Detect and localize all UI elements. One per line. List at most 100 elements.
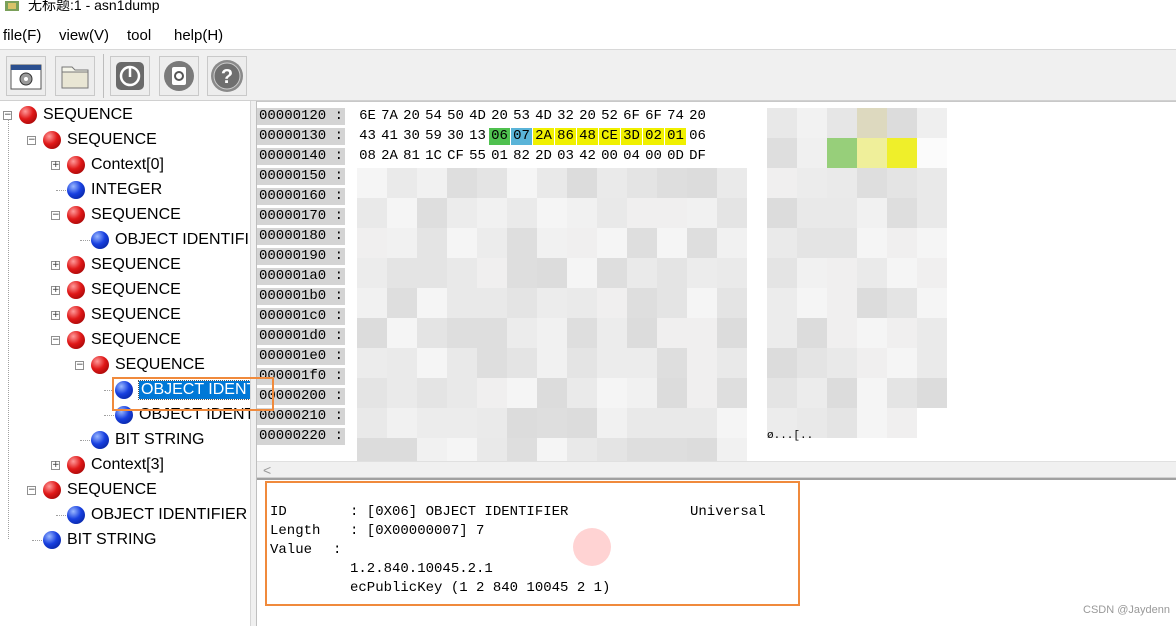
hex-byte[interactable]: 00 bbox=[599, 148, 620, 165]
expand-icon[interactable]: + bbox=[51, 261, 60, 270]
collapse-icon[interactable]: − bbox=[27, 136, 36, 145]
hex-byte[interactable]: 20 bbox=[687, 108, 708, 125]
hex-byte[interactable]: 20 bbox=[489, 108, 510, 125]
scroll-left-icon[interactable]: < bbox=[263, 462, 271, 478]
power-button[interactable] bbox=[110, 56, 150, 96]
menu-tool[interactable]: tool bbox=[127, 27, 151, 44]
tree-node[interactable]: BIT STRING bbox=[0, 430, 250, 452]
hex-byte[interactable]: 2D bbox=[533, 148, 554, 165]
hex-byte[interactable]: 43 bbox=[357, 128, 378, 145]
tree-node[interactable]: OBJECT IDENTIFIE bbox=[0, 230, 250, 252]
hex-byte[interactable]: 52 bbox=[599, 108, 620, 125]
hex-byte[interactable]: CE bbox=[599, 128, 620, 145]
splitter[interactable] bbox=[250, 101, 257, 626]
ascii-block bbox=[827, 228, 857, 258]
collapse-icon[interactable]: − bbox=[51, 336, 60, 345]
hex-byte[interactable]: 7A bbox=[379, 108, 400, 125]
recycle-button[interactable] bbox=[159, 56, 199, 96]
tree-node[interactable]: + SEQUENCE bbox=[0, 255, 250, 277]
hex-byte[interactable]: 82 bbox=[511, 148, 532, 165]
hex-byte[interactable]: 42 bbox=[577, 148, 598, 165]
hex-byte[interactable]: 86 bbox=[555, 128, 576, 145]
hex-byte[interactable]: 20 bbox=[401, 108, 422, 125]
hex-byte[interactable]: CF bbox=[445, 148, 466, 165]
hex-byte[interactable]: 2A bbox=[379, 148, 400, 165]
hex-byte[interactable]: 02 bbox=[643, 128, 664, 145]
hex-byte[interactable]: 48 bbox=[577, 128, 598, 145]
help-button[interactable]: ? bbox=[207, 56, 247, 96]
hex-byte[interactable]: 00 bbox=[643, 148, 664, 165]
hex-byte[interactable]: 3D bbox=[621, 128, 642, 145]
hex-byte[interactable]: 30 bbox=[401, 128, 422, 145]
hex-row[interactable]: 08 2A 81 1C CF 55 01 82 2D 03 42 00 04 00 0D DF bbox=[357, 148, 709, 168]
hex-byte[interactable]: 20 bbox=[577, 108, 598, 125]
hex-byte[interactable]: 01 bbox=[489, 148, 510, 165]
primitive-node-icon bbox=[91, 431, 109, 449]
expand-icon[interactable]: + bbox=[51, 311, 60, 320]
hex-byte[interactable]: 4D bbox=[533, 108, 554, 125]
pixelated-block bbox=[447, 288, 477, 318]
asn1-tree[interactable]: − SEQUENCE − SEQUENCE + Context[0] INTEGER − SEQ… bbox=[0, 101, 250, 626]
hex-byte[interactable]: 53 bbox=[511, 108, 532, 125]
tree-node[interactable]: + SEQUENCE bbox=[0, 280, 250, 302]
expand-icon[interactable]: + bbox=[51, 461, 60, 470]
tree-node[interactable]: − SEQUENCE bbox=[0, 480, 250, 502]
ascii-block bbox=[887, 318, 917, 348]
tree-node[interactable]: − SEQUENCE bbox=[0, 355, 250, 377]
hex-byte[interactable]: 32 bbox=[555, 108, 576, 125]
hex-row[interactable]: 43 41 30 59 30 13 06 07 2A 86 48 CE 3D 02 01 06 bbox=[357, 128, 709, 148]
hex-byte[interactable]: 81 bbox=[401, 148, 422, 165]
hex-byte[interactable]: 08 bbox=[357, 148, 378, 165]
hex-byte[interactable]: 06 bbox=[489, 128, 510, 145]
hex-byte[interactable]: 41 bbox=[379, 128, 400, 145]
tree-node[interactable]: − SEQUENCE bbox=[0, 130, 250, 152]
settings-window-button[interactable] bbox=[6, 56, 46, 96]
hex-byte[interactable]: 6E bbox=[357, 108, 378, 125]
collapse-icon[interactable]: − bbox=[27, 486, 36, 495]
hex-byte[interactable]: 59 bbox=[423, 128, 444, 145]
pixelated-block bbox=[387, 198, 417, 228]
hex-byte[interactable]: 13 bbox=[467, 128, 488, 145]
hex-byte[interactable]: 1C bbox=[423, 148, 444, 165]
collapse-icon[interactable]: − bbox=[51, 211, 60, 220]
tree-node[interactable]: − SEQUENCE bbox=[0, 205, 250, 227]
tree-node[interactable]: − SEQUENCE bbox=[0, 330, 250, 352]
hex-byte[interactable]: 74 bbox=[665, 108, 686, 125]
tree-node[interactable]: − SEQUENCE bbox=[0, 105, 250, 127]
hex-byte[interactable]: 06 bbox=[687, 128, 708, 145]
tree-node[interactable]: OBJECT IDENTIFIER bbox=[0, 505, 250, 527]
menu-help[interactable]: help(H) bbox=[174, 27, 223, 44]
expand-icon[interactable]: + bbox=[51, 286, 60, 295]
hex-byte[interactable]: 55 bbox=[467, 148, 488, 165]
collapse-icon[interactable]: − bbox=[75, 361, 84, 370]
hex-byte[interactable]: 0D bbox=[665, 148, 686, 165]
tree-node[interactable]: INTEGER bbox=[0, 180, 250, 202]
open-folder-button[interactable] bbox=[55, 56, 95, 96]
menu-bar: file(F) view(V) tool help(H) bbox=[0, 22, 1176, 48]
menu-file[interactable]: file(F) bbox=[3, 27, 41, 44]
pixelated-block bbox=[507, 198, 537, 228]
hex-view[interactable]: 00000120 : 00000130 : 00000140 : 00000150 :… bbox=[257, 101, 1176, 461]
hex-byte[interactable]: DF bbox=[687, 148, 708, 165]
hex-row[interactable]: 6E 7A 20 54 50 4D 20 53 4D 32 20 52 6F 6F 74 20 bbox=[357, 108, 709, 128]
tree-node[interactable]: + Context[3] bbox=[0, 455, 250, 477]
pixelated-block bbox=[477, 168, 507, 198]
hex-byte[interactable]: 01 bbox=[665, 128, 686, 145]
tree-node[interactable]: + Context[0] bbox=[0, 155, 250, 177]
pixelated-block bbox=[597, 408, 627, 438]
hex-byte[interactable]: 03 bbox=[555, 148, 576, 165]
hex-byte[interactable]: 04 bbox=[621, 148, 642, 165]
expand-icon[interactable]: + bbox=[51, 161, 60, 170]
tree-node[interactable]: BIT STRING bbox=[0, 530, 250, 552]
hex-byte[interactable]: 6F bbox=[643, 108, 664, 125]
horizontal-scrollbar[interactable]: < bbox=[257, 461, 1176, 478]
menu-view[interactable]: view(V) bbox=[59, 27, 109, 44]
hex-byte[interactable]: 6F bbox=[621, 108, 642, 125]
hex-byte[interactable]: 50 bbox=[445, 108, 466, 125]
hex-byte[interactable]: 2A bbox=[533, 128, 554, 145]
hex-byte[interactable]: 30 bbox=[445, 128, 466, 145]
hex-byte[interactable]: 54 bbox=[423, 108, 444, 125]
hex-byte[interactable]: 4D bbox=[467, 108, 488, 125]
tree-node[interactable]: + SEQUENCE bbox=[0, 305, 250, 327]
hex-byte[interactable]: 07 bbox=[511, 128, 532, 145]
